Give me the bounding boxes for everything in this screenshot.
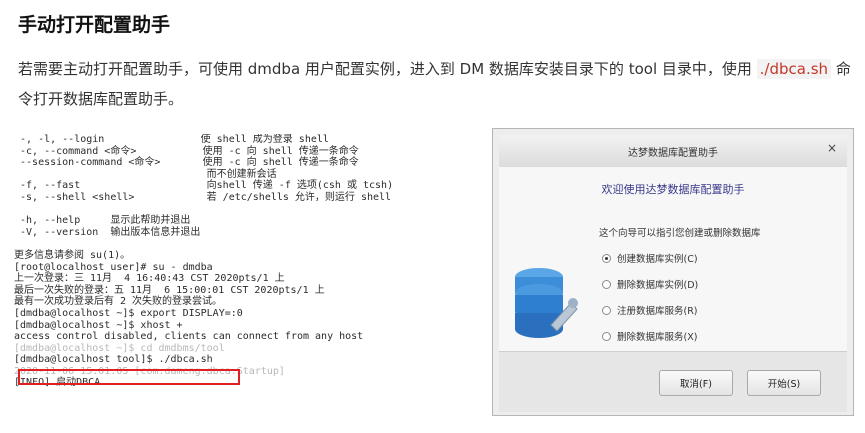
command-highlight-box <box>18 369 240 385</box>
cancel-button[interactable]: 取消(F) <box>659 370 733 396</box>
window-title: 达梦数据库配置助手 <box>628 148 718 159</box>
instruction-paragraph: 若需要主动打开配置助手，可使用 dmdba 用户配置实例，进入到 DM 数据库安… <box>18 54 863 114</box>
window-titlebar[interactable]: 达梦数据库配置助手 × <box>499 135 847 168</box>
terminal-line: -f, --fast 向shell 传递 -f 选项(csh 或 tcsh) <box>14 180 394 192</box>
radio-register-service[interactable]: 注册数据库服务(R) <box>602 303 698 317</box>
terminal-line: [dmdba@localhost ~]$ xhost + <box>14 319 183 331</box>
terminal-line: access control disabled, clients can con… <box>14 331 364 343</box>
radio-label: 创建数据库实例(C) <box>617 254 698 265</box>
page-heading: 手动打开配置助手 <box>18 14 171 36</box>
radio-unselected-icon <box>602 305 611 315</box>
radio-delete-service[interactable]: 删除数据库服务(X) <box>602 329 697 343</box>
terminal-line: -c, --command <命令> 使用 -c 向 shell 传递一条命令 <box>14 145 359 157</box>
close-icon[interactable]: × <box>827 141 837 155</box>
terminal-line: 最有一次成功登录后有 2 次失败的登录尝试。 <box>14 296 223 308</box>
terminal-line: [root@localhost user]# su - dmdba <box>14 261 213 273</box>
inline-code-dbca: ./dbca.sh <box>756 59 832 79</box>
radio-label: 注册数据库服务(R) <box>617 306 698 317</box>
database-icon <box>515 268 578 338</box>
terminal-line: [dmdba@localhost ~]$ cd dmdbms/tool <box>14 342 225 354</box>
radio-label: 删除数据库实例(D) <box>617 280 699 291</box>
terminal-line: 最后一次失败的登录：五 11月 6 15:00:01 CST 2020pts/1… <box>14 284 325 296</box>
terminal-line: 而不创建新会话 <box>14 168 277 180</box>
welcome-heading: 欢迎使用达梦数据库配置助手 <box>601 183 745 196</box>
terminal-line: -h, --help 显示此帮助并退出 <box>14 215 191 227</box>
radio-label: 删除数据库服务(X) <box>617 332 698 343</box>
intro-text: 这个向导可以指引您创建或删除数据库 <box>599 228 761 239</box>
window-body: 欢迎使用达梦数据库配置助手 这个向导可以指引您创建或删除数据库 创建数据库实例(… <box>499 167 847 351</box>
terminal-line: 更多信息请参阅 su(1)。 <box>14 249 131 261</box>
radio-selected-icon <box>602 253 611 263</box>
dbca-window: 达梦数据库配置助手 × 欢迎使用达梦数据库配置助手 这个向导可以指引您创建或删除… <box>492 128 854 416</box>
terminal-line: -, -l, --login 使 shell 成为登录 shell <box>14 134 329 145</box>
terminal-line: [dmdba@localhost ~]$ export DISPLAY=:0 <box>14 307 243 319</box>
terminal-line: -V, --version 输出版本信息并退出 <box>14 226 201 238</box>
paragraph-text-1: 若需要主动打开配置助手，可使用 dmdba 用户配置实例，进入到 DM 数据库安… <box>18 60 757 78</box>
window-footer: 取消(F) 开始(S) <box>499 351 847 412</box>
terminal-line: 上一次登录：三 11月 4 16:40:43 CST 2020pts/1 上 <box>14 273 285 285</box>
radio-unselected-icon <box>602 279 611 289</box>
terminal-line: -s, --shell <shell> 若 /etc/shells 允许，则运行… <box>14 191 392 203</box>
radio-delete-instance[interactable]: 删除数据库实例(D) <box>602 277 698 291</box>
start-button[interactable]: 开始(S) <box>747 370 821 396</box>
terminal-line-highlighted-command: [dmdba@localhost tool]$ ./dbca.sh <box>14 354 213 366</box>
radio-create-instance[interactable]: 创建数据库实例(C) <box>602 251 698 265</box>
radio-unselected-icon <box>602 331 611 341</box>
terminal-line: --session-command <命令> 使用 -c 向 shell 传递一… <box>14 157 359 169</box>
